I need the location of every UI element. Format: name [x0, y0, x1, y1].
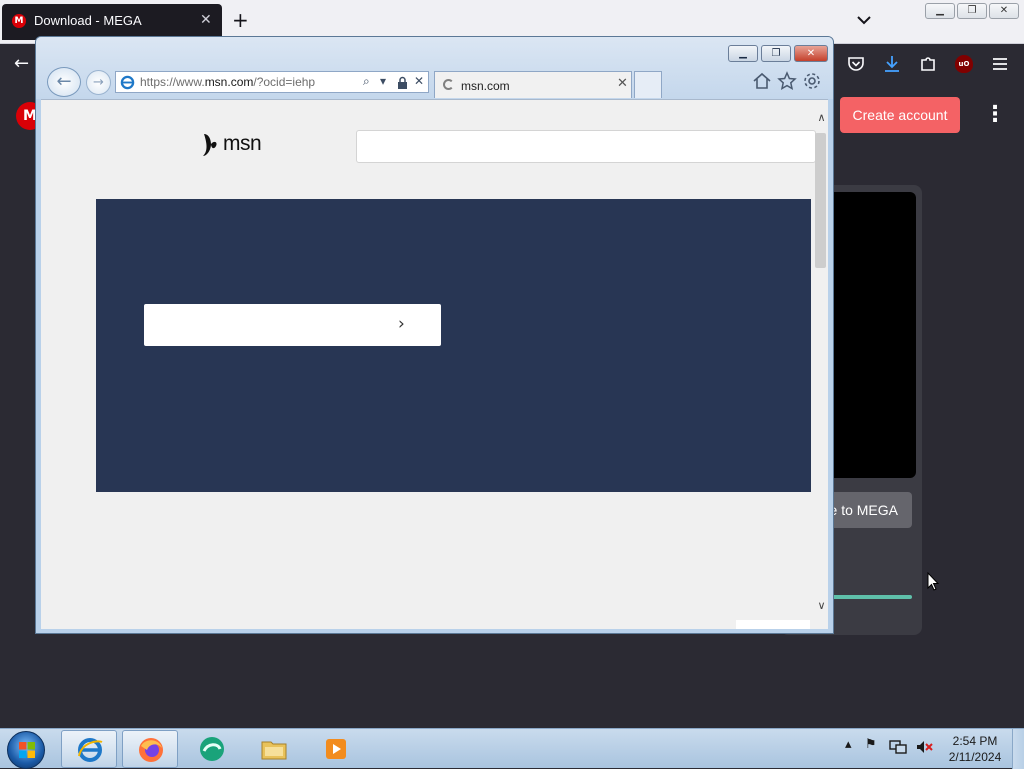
hamburger-menu-icon[interactable]: [990, 54, 1010, 74]
mouse-cursor-icon: [927, 572, 939, 591]
taskbar-app[interactable]: [184, 730, 240, 768]
ie-url-text[interactable]: https://www.msn.com/?ocid=iehp: [140, 75, 315, 89]
clock-date: 2/11/2024: [948, 750, 1002, 764]
system-clock[interactable]: 2:54 PM 2/11/2024: [945, 733, 1005, 765]
ie-toolbar: ▁ ❐ ✕ ← → https://www.msn.com/?ocid=iehp…: [36, 37, 833, 99]
firefox-icon: [139, 738, 163, 762]
taskbar-internet-explorer[interactable]: [61, 730, 117, 768]
downloads-icon[interactable]: [882, 54, 902, 74]
firefox-close-button[interactable]: ✕: [989, 3, 1019, 19]
action-center-flag-icon[interactable]: ⚑: [865, 737, 877, 752]
ublock-origin-icon[interactable]: uO: [955, 55, 973, 73]
network-icon[interactable]: [889, 739, 907, 755]
start-button[interactable]: [7, 731, 45, 769]
clock-time: 2:54 PM: [952, 734, 998, 748]
app-icon: [200, 737, 224, 761]
scroll-down-icon[interactable]: ∨: [815, 599, 828, 612]
windows-logo-icon: [19, 742, 35, 758]
more-options-icon[interactable]: ⋮: [984, 102, 1006, 128]
ie-tab-label: msn.com: [461, 79, 510, 93]
msn-butterfly-icon: [203, 134, 217, 156]
url-suffix: /?ocid=iehp: [253, 75, 316, 89]
stop-icon[interactable]: ✕: [414, 74, 424, 88]
internet-explorer-window: ▁ ❐ ✕ ← → https://www.msn.com/?ocid=iehp…: [35, 36, 834, 634]
ie-page-content: msn › ∧ ∨: [41, 99, 828, 629]
search-dropdown-icon[interactable]: ▾: [380, 74, 386, 88]
chevron-right-icon[interactable]: ›: [398, 314, 405, 334]
ie-tab-close-icon[interactable]: ✕: [617, 76, 628, 91]
ie-page-icon: [120, 75, 135, 90]
tab-close-icon[interactable]: ✕: [200, 12, 212, 28]
ie-tab-msn[interactable]: msn.com ✕: [434, 71, 632, 98]
file-explorer-icon: [261, 741, 287, 760]
favorites-star-icon[interactable]: [777, 71, 797, 91]
scroll-up-icon[interactable]: ∧: [815, 111, 828, 124]
ie-address-bar[interactable]: https://www.msn.com/?ocid=iehp ⌕ ▾ ✕: [115, 71, 429, 93]
url-host: msn.com: [204, 75, 254, 89]
taskbar-media-player[interactable]: [308, 730, 364, 768]
url-prefix: https://www.: [140, 75, 205, 89]
ie-close-button[interactable]: ✕: [794, 45, 828, 62]
firefox-tab-download-mega[interactable]: M Download - MEGA ✕: [2, 4, 222, 40]
list-all-tabs-chevron-icon[interactable]: [856, 12, 872, 28]
home-icon[interactable]: [752, 71, 772, 91]
firefox-restore-button[interactable]: ❐: [957, 3, 987, 19]
windows-taskbar: ▴ ⚑ 2:54 PM 2/11/2024: [0, 728, 1024, 769]
ie-forward-button[interactable]: →: [86, 70, 111, 95]
create-account-button[interactable]: Create account: [840, 97, 960, 133]
taskbar-file-explorer[interactable]: [246, 730, 302, 768]
pocket-icon[interactable]: [846, 54, 866, 74]
firefox-minimize-button[interactable]: ▁: [925, 3, 955, 19]
vertical-scrollbar[interactable]: ∧ ∨: [815, 111, 828, 616]
search-icon[interactable]: ⌕: [363, 74, 370, 89]
loading-spinner-icon: [443, 79, 454, 90]
lock-icon[interactable]: [397, 76, 408, 89]
tab-title: Download - MEGA: [34, 13, 142, 28]
msn-banner-input[interactable]: ›: [144, 304, 441, 346]
msn-search-input[interactable]: [356, 130, 816, 163]
tools-gear-icon[interactable]: [802, 71, 822, 91]
new-tab-button[interactable]: +: [232, 9, 249, 31]
internet-explorer-icon: [78, 738, 103, 762]
extensions-puzzle-icon[interactable]: [918, 54, 938, 74]
ie-back-button[interactable]: ←: [47, 67, 81, 97]
msn-footer-element: [736, 620, 810, 629]
mega-favicon-icon: M: [12, 14, 26, 28]
show-desktop-button[interactable]: [1012, 729, 1024, 769]
volume-muted-icon[interactable]: [915, 739, 933, 755]
ie-maximize-button[interactable]: ❐: [761, 45, 791, 62]
firefox-back-button[interactable]: ←: [14, 53, 29, 74]
ie-minimize-button[interactable]: ▁: [728, 45, 758, 62]
scrollbar-thumb[interactable]: [815, 133, 826, 268]
media-player-icon: [326, 739, 346, 759]
show-hidden-icons-icon[interactable]: ▴: [845, 737, 852, 752]
system-tray: ▴ ⚑: [845, 737, 940, 759]
msn-logo-text: msn: [223, 132, 262, 155]
ie-new-tab-button[interactable]: [634, 71, 662, 98]
taskbar-firefox[interactable]: [122, 730, 178, 768]
